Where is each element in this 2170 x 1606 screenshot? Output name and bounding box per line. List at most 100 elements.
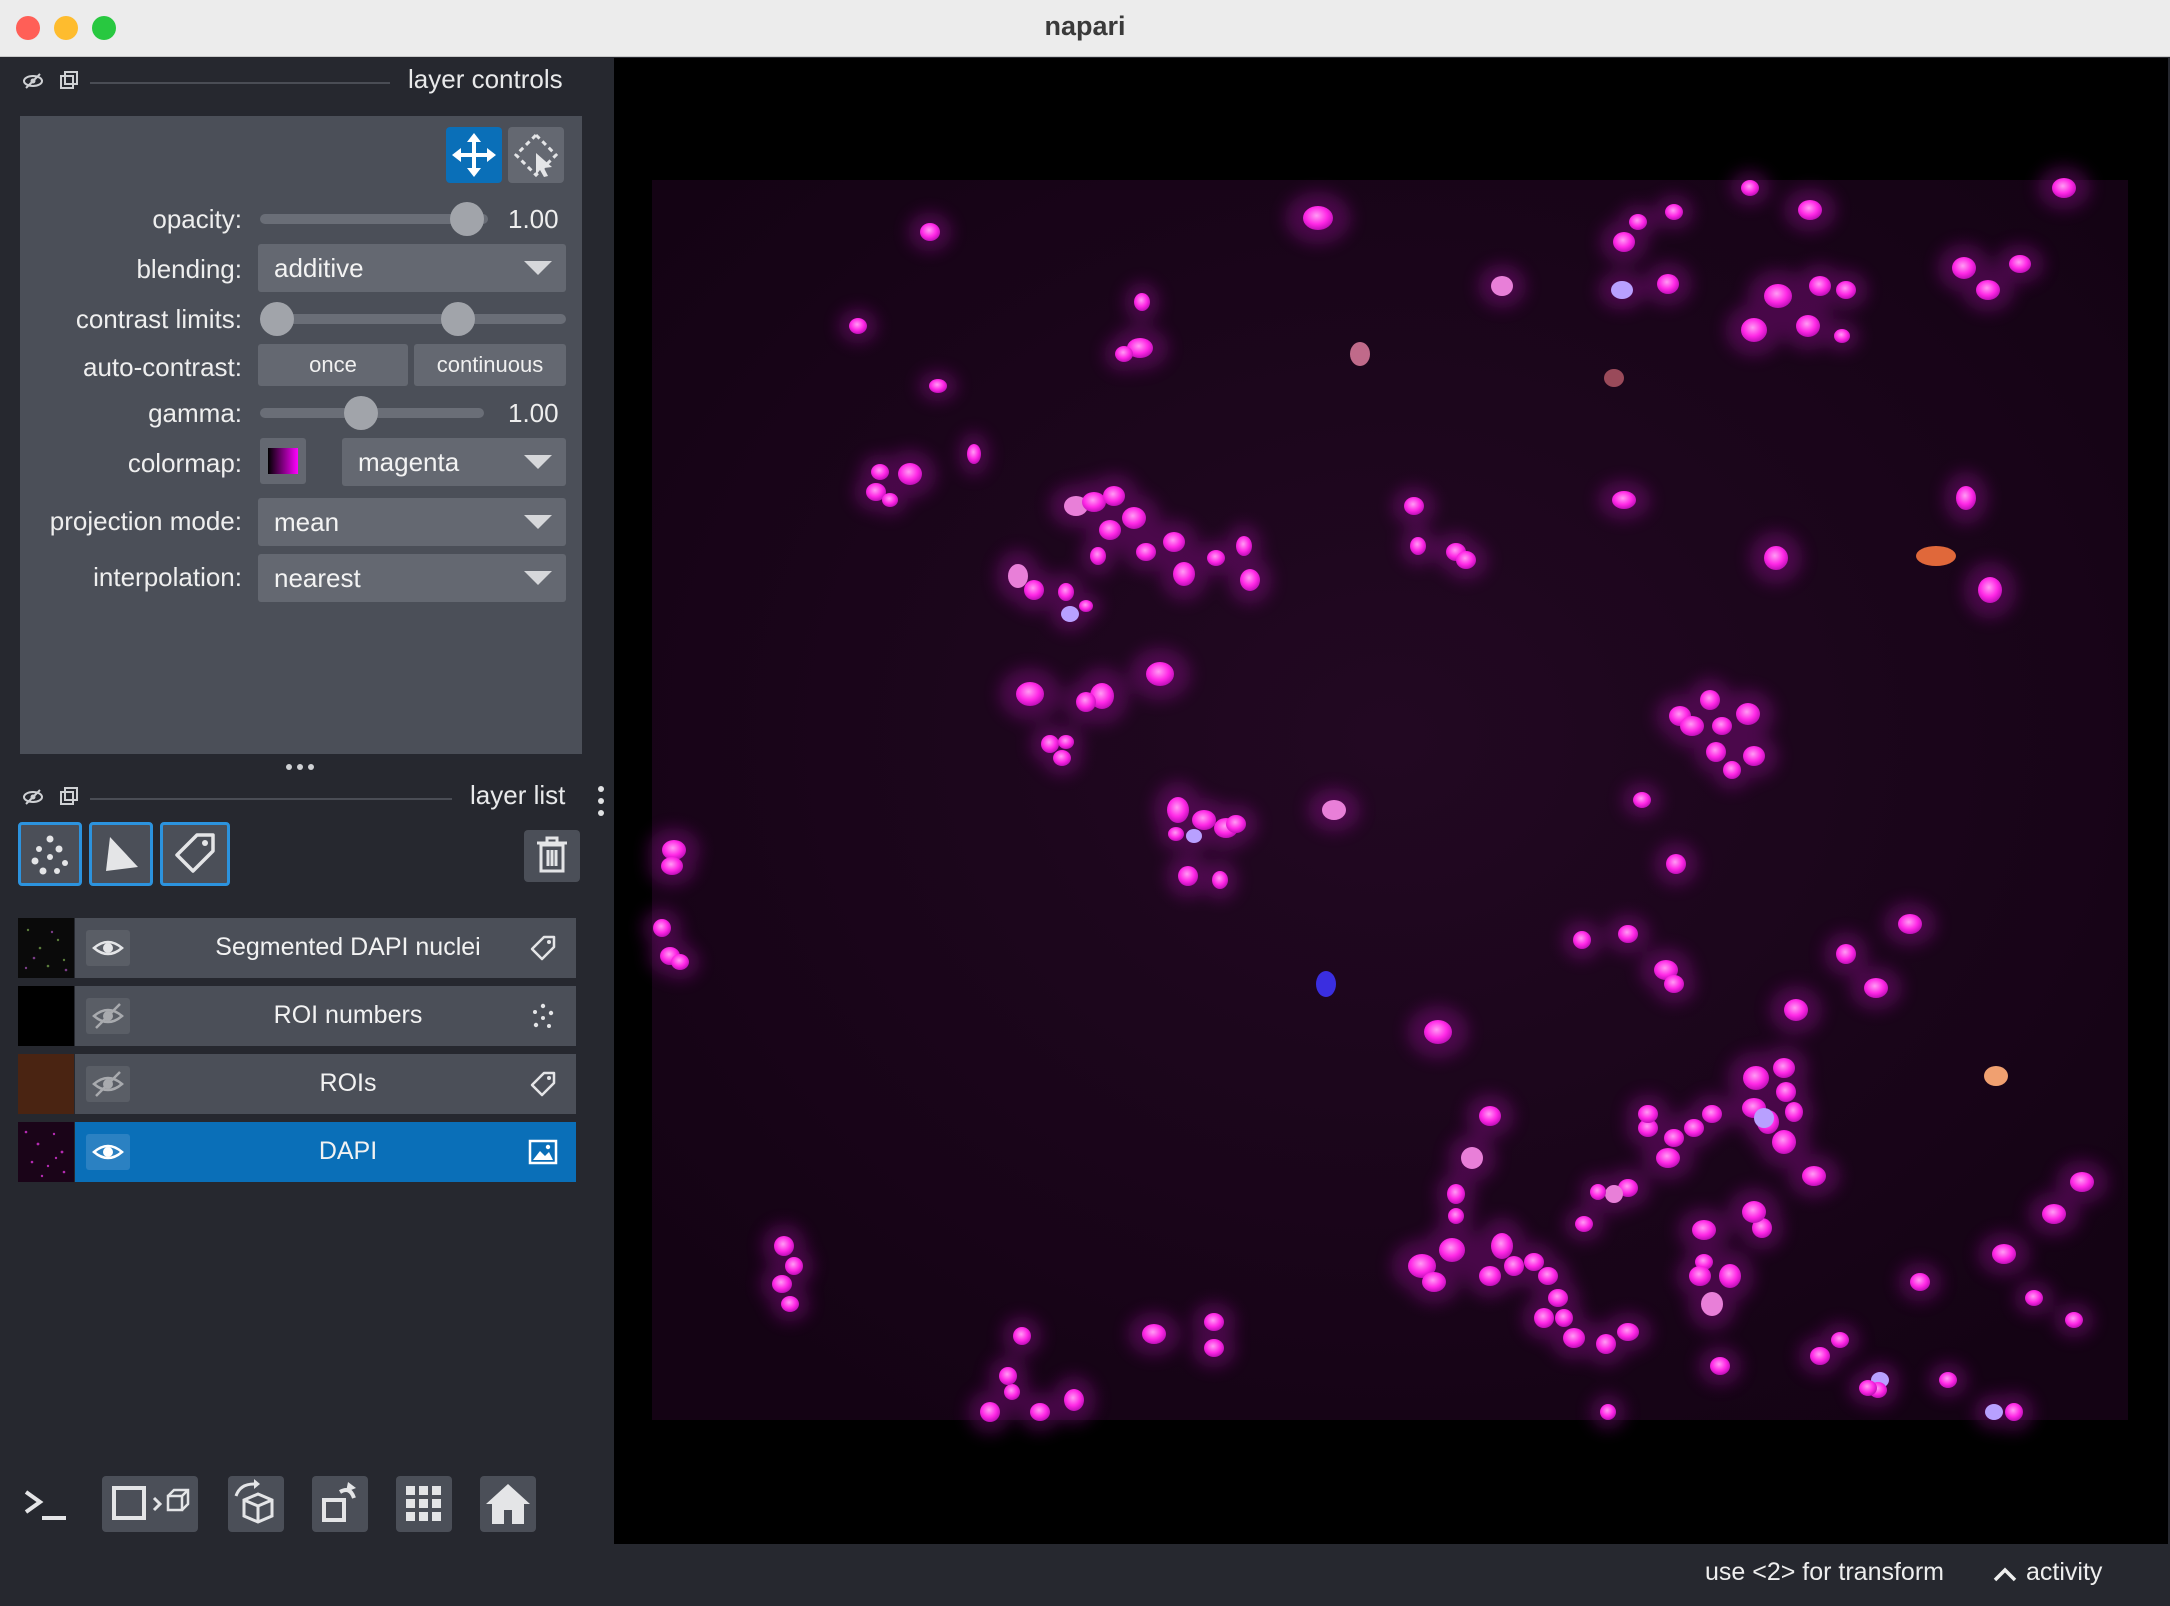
nucleus [1212, 871, 1228, 889]
ndisplay-toggle-button[interactable] [102, 1476, 198, 1532]
eye-toggle-icon[interactable] [22, 786, 44, 808]
nucleus [1491, 1233, 1513, 1259]
nucleus [1016, 682, 1044, 706]
labels-icon [175, 833, 215, 873]
nucleus [1555, 1309, 1573, 1327]
nucleus [1741, 180, 1759, 196]
visibility-toggle[interactable] [86, 998, 130, 1034]
contrast-low-handle[interactable] [260, 302, 294, 336]
activity-button[interactable]: activity [1992, 1556, 2122, 1592]
nucleus [1240, 569, 1260, 591]
console-button[interactable] [18, 1476, 74, 1532]
contrast-high-handle[interactable] [441, 302, 475, 336]
contrast-limits-slider[interactable] [260, 314, 566, 324]
nucleus [2042, 1204, 2066, 1224]
blending-dropdown[interactable]: additive [258, 244, 566, 292]
nucleus [1785, 1102, 1803, 1122]
nucleus [1617, 1323, 1639, 1341]
nucleus [1076, 692, 1096, 712]
roll-dims-button[interactable] [228, 1476, 284, 1532]
nucleus [1743, 1066, 1769, 1090]
layer-row[interactable]: Segmented DAPI nuclei [18, 918, 576, 978]
nucleus [1424, 1020, 1452, 1044]
opacity-slider-handle[interactable] [450, 202, 484, 236]
interpolation-label: interpolation: [93, 562, 242, 592]
nucleus [1439, 1238, 1465, 1262]
nucleus [1836, 281, 1856, 299]
chevron-down-icon [524, 455, 552, 469]
labels-icon [530, 1071, 556, 1097]
transform-button[interactable] [508, 127, 564, 183]
nucleus [1207, 550, 1225, 566]
gamma-slider-handle[interactable] [344, 396, 378, 430]
nucleus [1590, 1184, 1606, 1200]
visibility-toggle[interactable] [86, 1066, 130, 1102]
auto-contrast-continuous-button[interactable]: continuous [414, 344, 566, 386]
nucleus [1534, 1308, 1554, 1328]
auto-contrast-once-button[interactable]: once [258, 344, 408, 386]
nucleus [1136, 543, 1156, 561]
nucleus [1701, 1292, 1723, 1316]
layer-row[interactable]: ROIs [18, 1054, 576, 1114]
nucleus [1710, 1357, 1730, 1375]
nucleus [1692, 1220, 1716, 1240]
visibility-toggle[interactable] [86, 1134, 130, 1170]
nucleus [1611, 281, 1633, 299]
new-shapes-layer-button[interactable] [89, 822, 153, 886]
blending-value: additive [274, 253, 364, 283]
nucleus [1168, 827, 1184, 841]
nucleus [1008, 564, 1028, 588]
interpolation-value: nearest [274, 563, 361, 593]
nucleus [1700, 690, 1720, 710]
nucleus [1575, 1216, 1593, 1232]
nucleus [1666, 854, 1686, 874]
image-canvas[interactable] [614, 58, 2168, 1544]
nucleus [1689, 1266, 1711, 1286]
nucleus [1350, 342, 1370, 366]
nucleus [1163, 532, 1185, 552]
layer-row[interactable]: ROI numbers [18, 986, 576, 1046]
float-panel-icon[interactable] [58, 70, 80, 92]
header-divider [90, 798, 452, 800]
nucleus [653, 919, 671, 937]
float-panel-icon[interactable] [58, 786, 80, 808]
delete-layer-button[interactable] [524, 830, 580, 882]
nucleus [1410, 537, 1426, 555]
eye-off-icon [92, 1003, 124, 1029]
transpose-button[interactable] [312, 1476, 368, 1532]
nucleus [1538, 1267, 1558, 1285]
new-labels-layer-button[interactable] [160, 822, 230, 886]
more-options-icon[interactable] [592, 784, 610, 818]
new-points-layer-button[interactable] [18, 822, 82, 886]
colormap-swatch[interactable] [260, 438, 306, 484]
nucleus [1802, 1166, 1826, 1186]
splitter-handle[interactable] [284, 760, 316, 774]
layer-name: ROI numbers [273, 1001, 423, 1029]
eye-toggle-icon[interactable] [22, 70, 44, 92]
nucleus [1706, 742, 1726, 762]
nucleus [1173, 562, 1195, 586]
reset-view-button[interactable] [480, 1476, 536, 1532]
nucleus [1859, 1380, 1877, 1396]
nucleus [1680, 716, 1704, 736]
auto-contrast-label: auto-contrast: [83, 352, 242, 382]
nucleus [1784, 999, 1808, 1021]
nucleus [1192, 810, 1216, 830]
nucleus [2025, 1290, 2043, 1306]
nucleus [772, 1275, 792, 1293]
nucleus [1079, 600, 1093, 612]
nucleus [1834, 329, 1850, 343]
interpolation-dropdown[interactable]: nearest [258, 554, 566, 602]
grid-view-button[interactable] [396, 1476, 452, 1532]
projection-mode-dropdown[interactable]: mean [258, 498, 566, 546]
visibility-toggle[interactable] [86, 930, 130, 966]
colormap-dropdown[interactable]: magenta [342, 438, 566, 486]
ndisplay-toggle-icon [112, 1486, 190, 1520]
transpose-icon [322, 1482, 356, 1522]
pan-zoom-button[interactable] [446, 127, 502, 183]
activity-label: activity [2026, 1558, 2103, 1586]
layer-row-selected[interactable]: DAPI [18, 1122, 576, 1182]
nucleus [1764, 284, 1792, 308]
nucleus [1004, 1384, 1020, 1400]
eye-icon [92, 1144, 124, 1160]
